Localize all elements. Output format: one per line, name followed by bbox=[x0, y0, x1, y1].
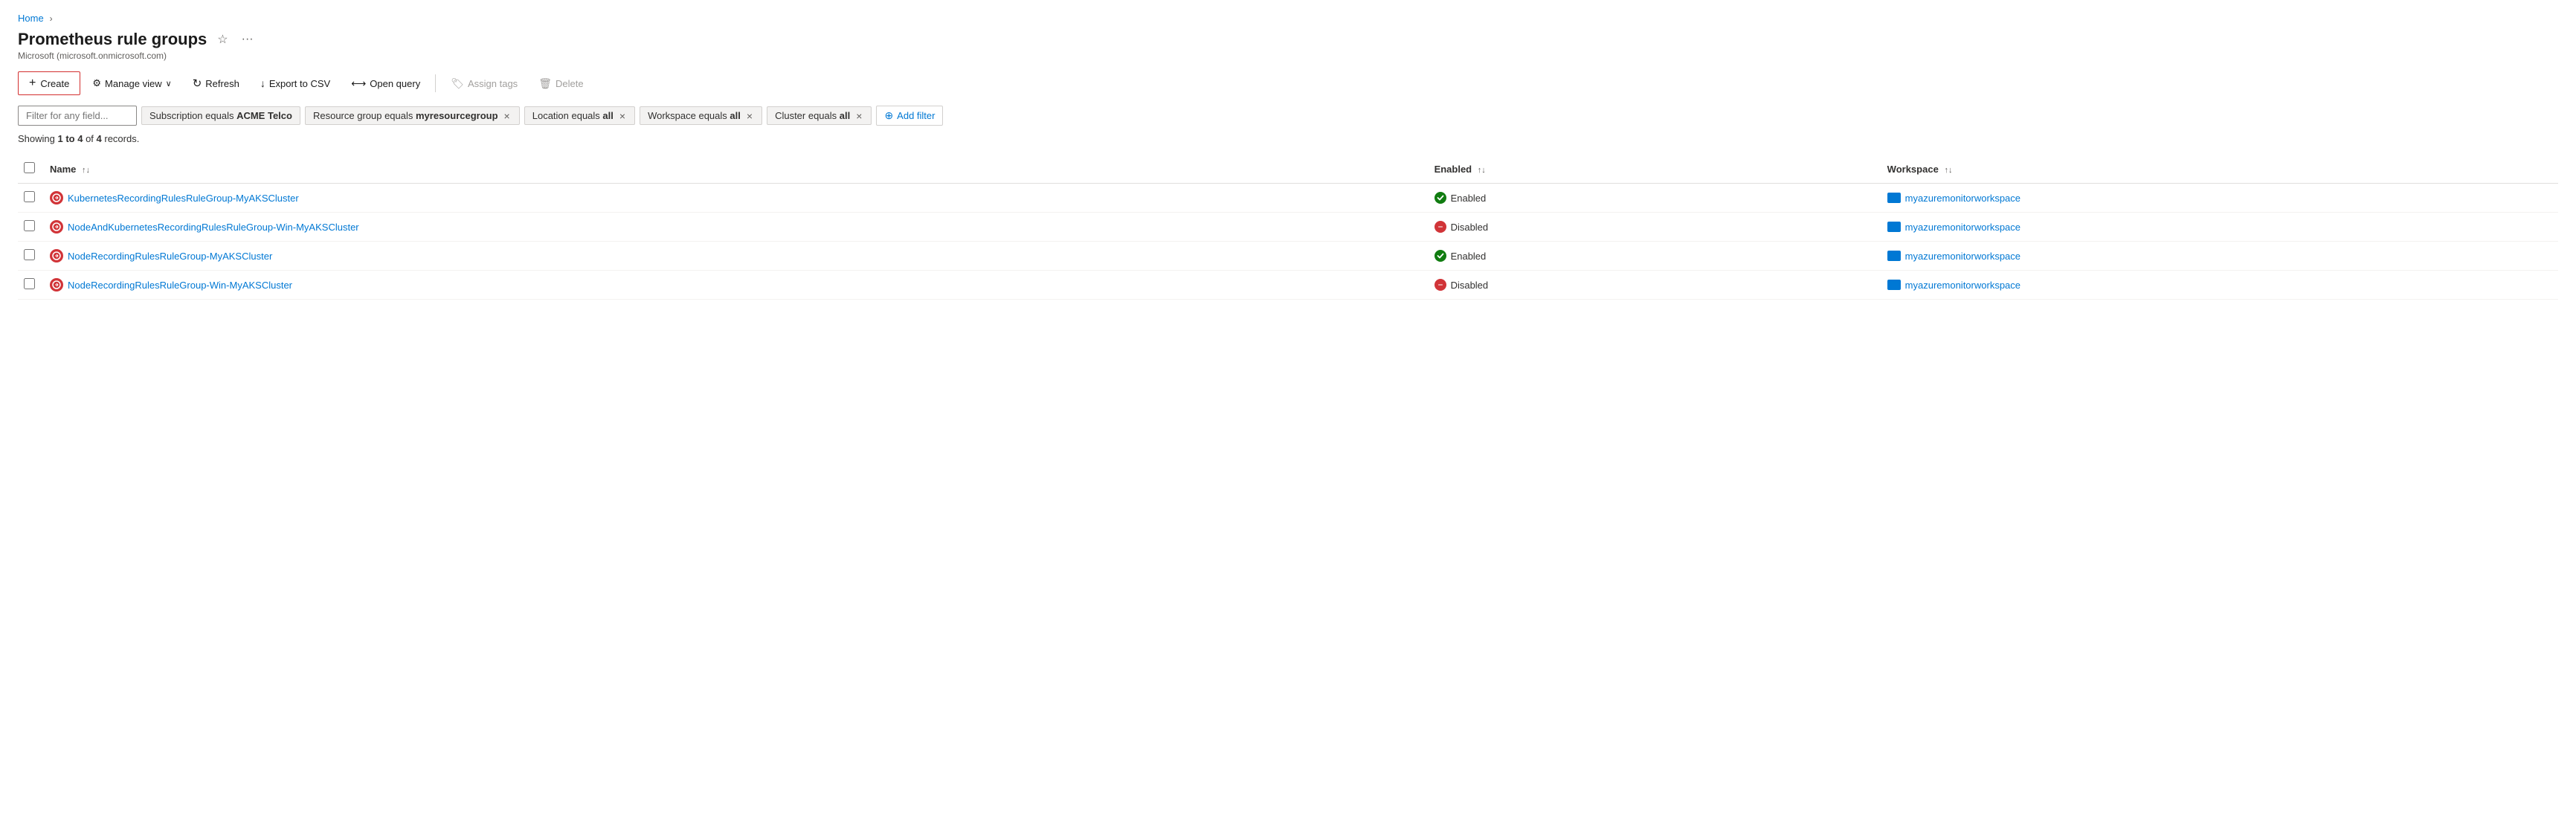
query-icon: ⟷ bbox=[351, 77, 366, 90]
cluster-filter-label: Cluster equals all bbox=[775, 110, 850, 121]
refresh-label: Refresh bbox=[205, 78, 239, 89]
subscription-filter-label: Subscription equals ACME Telco bbox=[149, 110, 292, 121]
gear-icon: ⚙ bbox=[92, 77, 101, 89]
add-filter-icon: ⊕ bbox=[884, 109, 893, 122]
assign-tags-button[interactable]: 🏷 Assign tags bbox=[442, 73, 527, 94]
rule-group-name-link[interactable]: KubernetesRecordingRulesRuleGroup-MyAKSC… bbox=[68, 193, 299, 204]
status-label-3: Enabled bbox=[1451, 251, 1487, 262]
workspace-link-1[interactable]: myazuremonitorworkspace bbox=[1905, 193, 2020, 204]
refresh-icon: ↻ bbox=[193, 77, 202, 90]
filter-bar: Subscription equals ACME Telco Resource … bbox=[18, 106, 2558, 126]
add-filter-label: Add filter bbox=[897, 110, 935, 121]
record-count: Showing 1 to 4 of 4 records. bbox=[18, 133, 2558, 144]
toolbar: + Create ⚙ Manage view ∨ ↻ Refresh ↓ Exp… bbox=[18, 71, 2558, 95]
rule-groups-table: Name ↑↓ Enabled ↑↓ Workspace ↑↓ Kubernet… bbox=[18, 155, 2558, 300]
select-all-checkbox-cell[interactable] bbox=[18, 155, 41, 184]
rule-icon bbox=[50, 278, 63, 292]
row-checkbox-1[interactable] bbox=[24, 191, 35, 202]
page-subtitle: Microsoft (microsoft.onmicrosoft.com) bbox=[18, 51, 2558, 61]
row-checkbox-4[interactable] bbox=[24, 278, 35, 289]
status-indicator-1 bbox=[1434, 192, 1446, 204]
pin-icon: ☆ bbox=[217, 33, 228, 46]
toolbar-divider bbox=[435, 74, 436, 92]
page-title: Prometheus rule groups bbox=[18, 30, 207, 49]
workspace-icon-2 bbox=[1887, 222, 1901, 232]
workspace-link-3[interactable]: myazuremonitorworkspace bbox=[1905, 251, 2020, 262]
rule-icon bbox=[50, 191, 63, 204]
open-query-label: Open query bbox=[370, 78, 420, 89]
table-row: KubernetesRecordingRulesRuleGroup-MyAKSC… bbox=[18, 184, 2558, 213]
create-button[interactable]: + Create bbox=[18, 71, 80, 95]
refresh-button[interactable]: ↻ Refresh bbox=[184, 72, 248, 94]
breadcrumb: Home › bbox=[18, 12, 2558, 24]
enabled-sort-icon: ↑↓ bbox=[1478, 166, 1486, 175]
row-checkbox-2[interactable] bbox=[24, 220, 35, 231]
row-checkbox-cell[interactable] bbox=[18, 271, 41, 300]
row-checkbox-cell[interactable] bbox=[18, 213, 41, 242]
workspace-icon-4 bbox=[1887, 280, 1901, 290]
table-row: NodeRecordingRulesRuleGroup-MyAKSCluster… bbox=[18, 242, 2558, 271]
more-options-button[interactable]: ··· bbox=[239, 31, 257, 48]
row-checkbox-3[interactable] bbox=[24, 249, 35, 260]
filter-chip-location: Location equals all × bbox=[524, 106, 635, 125]
open-query-button[interactable]: ⟷ Open query bbox=[342, 73, 429, 94]
plus-icon: + bbox=[29, 77, 36, 90]
remove-location-filter-button[interactable]: × bbox=[618, 111, 627, 121]
remove-resourcegroup-filter-button[interactable]: × bbox=[503, 111, 512, 121]
status-label-1: Enabled bbox=[1451, 193, 1487, 204]
rule-group-name-link[interactable]: NodeRecordingRulesRuleGroup-Win-MyAKSClu… bbox=[68, 280, 292, 291]
resourcegroup-filter-label: Resource group equals myresourcegroup bbox=[313, 110, 498, 121]
workspace-icon-3 bbox=[1887, 251, 1901, 261]
filter-input[interactable] bbox=[18, 106, 137, 126]
row-checkbox-cell[interactable] bbox=[18, 242, 41, 271]
rule-icon bbox=[50, 220, 63, 234]
create-label: Create bbox=[40, 78, 69, 89]
status-indicator-4 bbox=[1434, 279, 1446, 291]
status-label-4: Disabled bbox=[1451, 280, 1489, 291]
workspace-sort-icon: ↑↓ bbox=[1944, 166, 1952, 175]
status-label-2: Disabled bbox=[1451, 222, 1489, 233]
delete-label: Delete bbox=[556, 78, 584, 89]
filter-chip-workspace: Workspace equals all × bbox=[640, 106, 762, 125]
workspace-icon-1 bbox=[1887, 193, 1901, 203]
location-filter-label: Location equals all bbox=[532, 110, 614, 121]
tag-icon: 🏷 bbox=[451, 77, 464, 90]
table-header-row: Name ↑↓ Enabled ↑↓ Workspace ↑↓ bbox=[18, 155, 2558, 184]
delete-button[interactable]: 🗑 Delete bbox=[529, 73, 592, 94]
rule-group-name-link[interactable]: NodeRecordingRulesRuleGroup-MyAKSCluster bbox=[68, 251, 272, 262]
ellipsis-icon: ··· bbox=[242, 33, 254, 45]
workspace-link-4[interactable]: myazuremonitorworkspace bbox=[1905, 280, 2020, 291]
delete-icon: 🗑 bbox=[538, 77, 552, 90]
rule-icon bbox=[50, 249, 63, 263]
chevron-down-icon: ∨ bbox=[166, 79, 172, 88]
manage-view-button[interactable]: ⚙ Manage view ∨ bbox=[83, 73, 180, 94]
manage-view-label: Manage view bbox=[105, 78, 162, 89]
status-indicator-2 bbox=[1434, 221, 1446, 233]
select-all-checkbox[interactable] bbox=[24, 162, 35, 173]
column-header-enabled[interactable]: Enabled ↑↓ bbox=[1426, 155, 1878, 184]
remove-cluster-filter-button[interactable]: × bbox=[854, 111, 863, 121]
export-csv-button[interactable]: ↓ Export to CSV bbox=[251, 73, 339, 94]
download-icon: ↓ bbox=[260, 77, 265, 89]
filter-chip-cluster: Cluster equals all × bbox=[767, 106, 872, 125]
column-header-name[interactable]: Name ↑↓ bbox=[41, 155, 1426, 184]
filter-chip-subscription: Subscription equals ACME Telco bbox=[141, 106, 300, 125]
add-filter-button[interactable]: ⊕ Add filter bbox=[876, 106, 943, 126]
remove-workspace-filter-button[interactable]: × bbox=[745, 111, 754, 121]
name-sort-icon: ↑↓ bbox=[82, 166, 90, 175]
table-row: NodeRecordingRulesRuleGroup-Win-MyAKSClu… bbox=[18, 271, 2558, 300]
workspace-filter-label: Workspace equals all bbox=[648, 110, 741, 121]
export-label: Export to CSV bbox=[269, 78, 330, 89]
home-link[interactable]: Home bbox=[18, 13, 44, 24]
status-indicator-3 bbox=[1434, 250, 1446, 262]
pin-icon-button[interactable]: ☆ bbox=[214, 30, 231, 48]
row-checkbox-cell[interactable] bbox=[18, 184, 41, 213]
column-header-workspace[interactable]: Workspace ↑↓ bbox=[1878, 155, 2558, 184]
table-row: NodeAndKubernetesRecordingRulesRuleGroup… bbox=[18, 213, 2558, 242]
filter-chip-resourcegroup: Resource group equals myresourcegroup × bbox=[305, 106, 520, 125]
assign-tags-label: Assign tags bbox=[468, 78, 518, 89]
workspace-link-2[interactable]: myazuremonitorworkspace bbox=[1905, 222, 2020, 233]
rule-group-name-link[interactable]: NodeAndKubernetesRecordingRulesRuleGroup… bbox=[68, 222, 359, 233]
